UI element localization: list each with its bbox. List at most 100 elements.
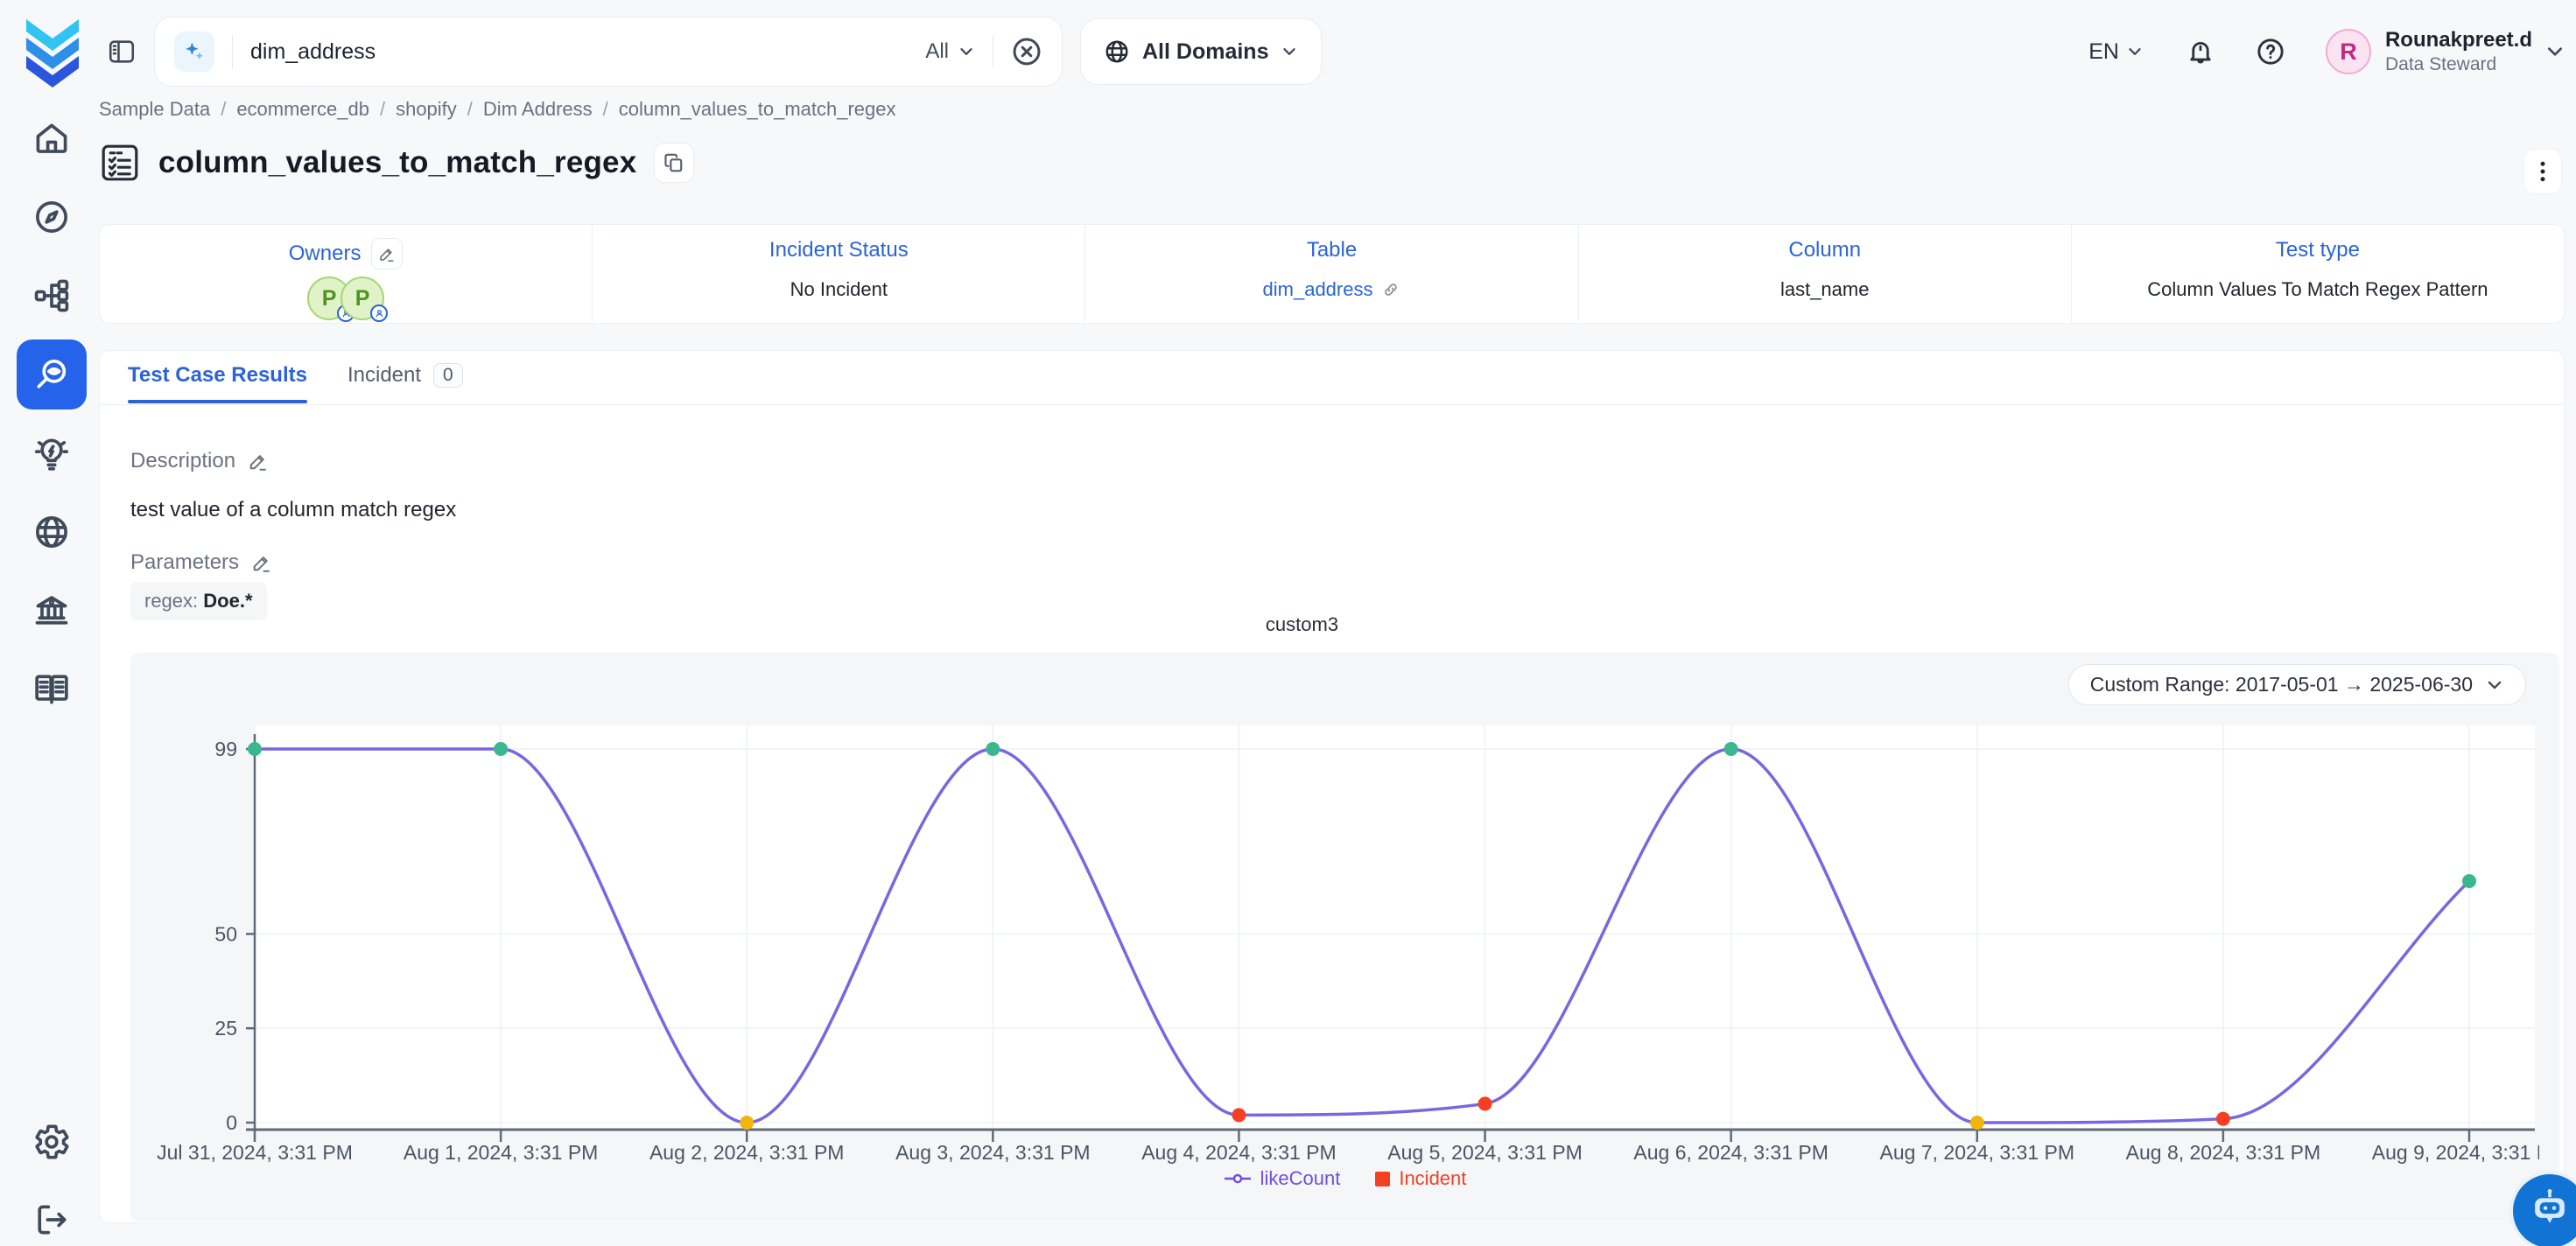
- tab-incident[interactable]: Incident 0: [347, 363, 463, 403]
- sidebar-item-insights-bulb[interactable]: [32, 434, 71, 472]
- incident-count-badge: 0: [433, 363, 463, 388]
- data-point-success[interactable]: [494, 742, 508, 756]
- domains-globe-icon: [32, 513, 71, 551]
- divider: [232, 35, 233, 68]
- explore-compass-icon: [32, 198, 71, 236]
- link-icon: [1381, 280, 1400, 299]
- sidebar-item-settings-gear[interactable]: [32, 1123, 71, 1161]
- edit-owners-icon[interactable]: [371, 238, 403, 270]
- sidebar-item-domains-globe[interactable]: [32, 513, 71, 551]
- column-value: last_name: [1579, 278, 2071, 301]
- data-point-failed[interactable]: [1478, 1096, 1492, 1110]
- parameters-label: Parameters: [130, 550, 272, 575]
- sidebar-item-logout[interactable]: [32, 1200, 71, 1239]
- data-point-success[interactable]: [986, 742, 1000, 756]
- owner-team-badge-icon: [370, 304, 388, 322]
- observability-search-eye-icon: [32, 355, 71, 394]
- glossary-book-icon: [32, 669, 71, 708]
- data-point-aborted[interactable]: [740, 1116, 754, 1130]
- breadcrumb-item: column_values_to_match_regex: [619, 98, 896, 120]
- sidebar-item-govern-bank[interactable]: [32, 592, 71, 630]
- top-bar: All All Domains EN: [0, 0, 2576, 103]
- sidebar-item-home[interactable]: [32, 119, 71, 158]
- parameter-key: regex:: [144, 590, 198, 612]
- sidebar-item-lineage-flow[interactable]: [32, 276, 71, 315]
- edit-parameters-icon[interactable]: [251, 552, 272, 573]
- app-window: All All Domains EN: [0, 0, 2576, 1246]
- owners-avatars: PP: [100, 276, 592, 320]
- legend-marker: [1224, 1172, 1252, 1186]
- svg-text:Aug 1, 2024, 3:31 PM: Aug 1, 2024, 3:31 PM: [404, 1141, 599, 1164]
- openmetadata-logo: [23, 14, 82, 88]
- home-icon: [32, 119, 71, 158]
- user-menu-chevron-icon[interactable]: [2544, 41, 2565, 62]
- svg-text:50: 50: [214, 922, 237, 945]
- table-link[interactable]: dim_address: [1263, 278, 1401, 301]
- edit-description-icon[interactable]: [248, 451, 269, 472]
- data-point-success[interactable]: [248, 742, 262, 756]
- sidebar-item-explore-compass[interactable]: [32, 198, 71, 236]
- legend-label: likeCount: [1260, 1167, 1341, 1190]
- summary-table: Table dim_address: [1085, 225, 1578, 323]
- breadcrumb-separator: /: [603, 98, 608, 120]
- svg-text:Aug 2, 2024, 3:31 PM: Aug 2, 2024, 3:31 PM: [649, 1141, 845, 1164]
- user-role: Data Steward: [2385, 53, 2532, 75]
- column-label: Column: [1788, 238, 1861, 262]
- chevron-down-icon: [2126, 43, 2144, 60]
- legend-label: Incident: [1399, 1167, 1466, 1190]
- domains-dropdown[interactable]: All Domains: [1080, 18, 1322, 85]
- copy-icon[interactable]: [654, 143, 694, 183]
- lineage-flow-icon: [32, 276, 71, 315]
- sidebar-item-observability-search-eye[interactable]: [17, 340, 87, 410]
- robot-icon: [2526, 1187, 2573, 1235]
- search-filter-dropdown[interactable]: All: [925, 39, 975, 64]
- data-point-failed[interactable]: [1232, 1108, 1246, 1122]
- owner-avatar[interactable]: P: [340, 276, 384, 320]
- test-results-line-chart[interactable]: 0255099Jul 31, 2024, 3:31 PMAug 1, 2024,…: [141, 710, 2539, 1165]
- help-icon[interactable]: [2256, 37, 2285, 66]
- notifications-bell-icon[interactable]: [2186, 37, 2215, 66]
- breadcrumb: Sample Data/ecommerce_db/shopify/Dim Add…: [99, 98, 896, 121]
- user-info: Rounakpreet.d Data Steward: [2385, 28, 2532, 75]
- summary-test-type: Test type Column Values To Match Regex P…: [2072, 225, 2564, 323]
- legend-item-incident[interactable]: Incident: [1375, 1167, 1466, 1190]
- data-point-success[interactable]: [2462, 874, 2476, 888]
- data-point-failed[interactable]: [2216, 1112, 2230, 1126]
- breadcrumb-item[interactable]: shopify: [396, 98, 457, 120]
- svg-text:Aug 4, 2024, 3:31 PM: Aug 4, 2024, 3:31 PM: [1141, 1141, 1337, 1164]
- more-menu-icon[interactable]: [2523, 149, 2562, 194]
- incident-status-value: No Incident: [593, 278, 1084, 301]
- sidebar-item-glossary-book[interactable]: [32, 669, 71, 708]
- search-input[interactable]: [250, 39, 925, 65]
- legend-item-likecount[interactable]: likeCount: [1224, 1167, 1341, 1190]
- breadcrumb-separator: /: [380, 98, 385, 120]
- owners-label: Owners: [289, 242, 361, 266]
- svg-text:Aug 8, 2024, 3:31 PM: Aug 8, 2024, 3:31 PM: [2126, 1141, 2321, 1164]
- tab-test-case-results[interactable]: Test Case Results: [128, 363, 307, 403]
- page-title: column_values_to_match_regex: [158, 145, 636, 180]
- govern-bank-icon: [32, 592, 71, 630]
- tabs-bar: Test Case Results Incident 0: [100, 351, 2564, 405]
- search-clear-icon[interactable]: [1011, 36, 1042, 67]
- data-point-success[interactable]: [1724, 742, 1738, 756]
- language-dropdown[interactable]: EN: [2088, 39, 2144, 65]
- data-point-aborted[interactable]: [1970, 1116, 1984, 1130]
- global-search[interactable]: All: [154, 17, 1063, 87]
- svg-text:25: 25: [214, 1017, 237, 1040]
- svg-text:Aug 7, 2024, 3:31 PM: Aug 7, 2024, 3:31 PM: [1880, 1141, 2075, 1164]
- chart-legend: likeCount Incident: [130, 1167, 2559, 1190]
- chevron-down-icon: [1281, 43, 1298, 60]
- parameter-value: Doe.*: [203, 590, 252, 612]
- test-type-label: Test type: [2276, 238, 2360, 262]
- breadcrumb-item[interactable]: Dim Address: [483, 98, 593, 120]
- ai-sparkle-icon: [174, 32, 214, 72]
- breadcrumb-item[interactable]: Sample Data: [99, 98, 210, 120]
- summary-column: Column last_name: [1579, 225, 2072, 323]
- table-label: Table: [1307, 238, 1357, 262]
- summary-owners: Owners PP: [100, 225, 593, 323]
- breadcrumb-item[interactable]: ecommerce_db: [236, 98, 369, 120]
- time-range-dropdown[interactable]: Custom Range: 2017-05-01 → 2025-06-30: [2068, 664, 2526, 705]
- user-avatar[interactable]: R: [2326, 29, 2371, 74]
- sidebar-collapse-icon[interactable]: [107, 37, 137, 66]
- legend-marker: [1375, 1172, 1390, 1186]
